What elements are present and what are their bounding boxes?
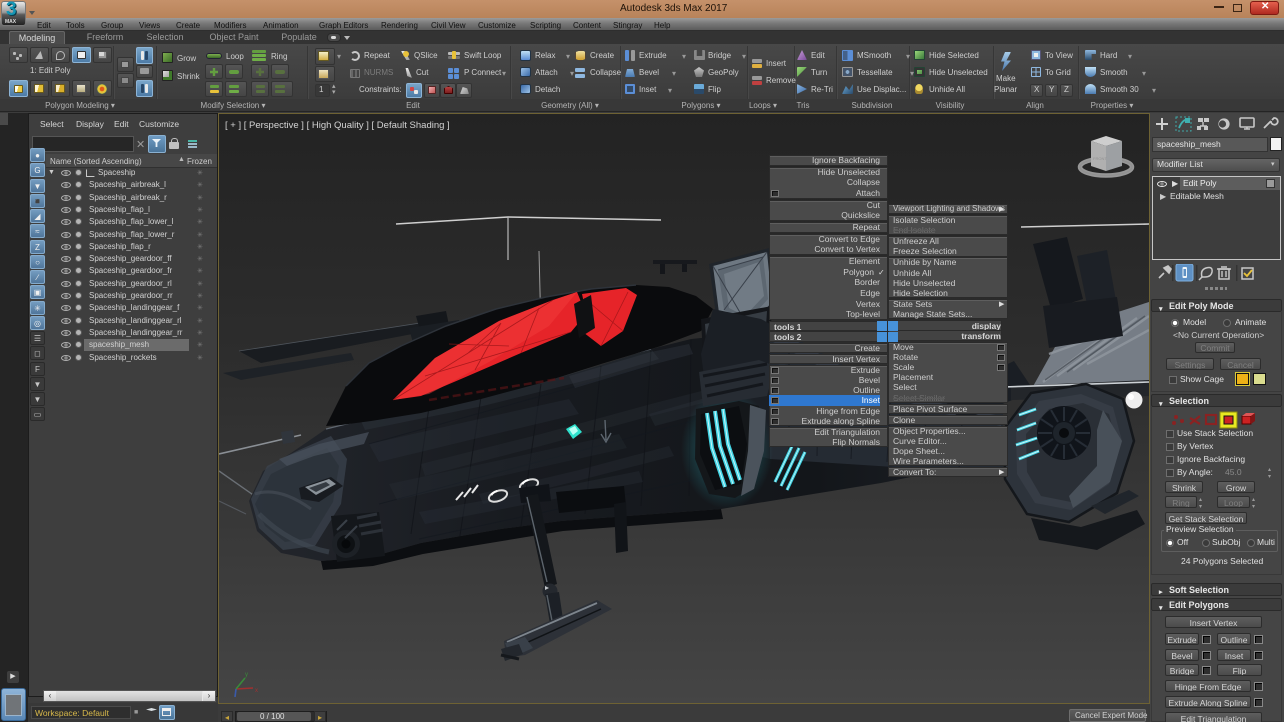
svg-text:FRONT: FRONT xyxy=(1093,156,1107,161)
svg-text:x: x xyxy=(255,688,258,694)
svg-text:y: y xyxy=(245,672,248,678)
